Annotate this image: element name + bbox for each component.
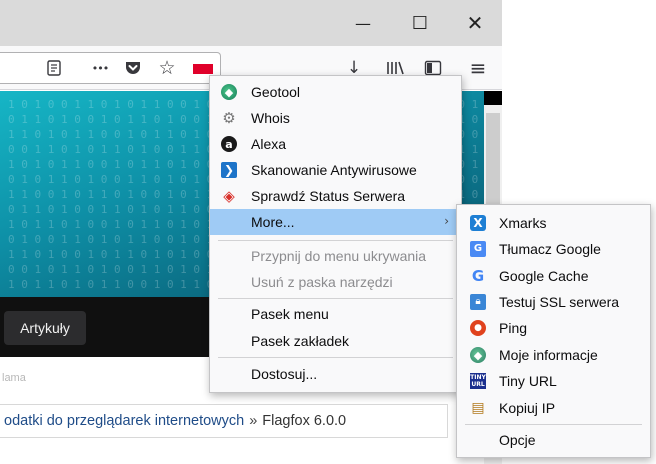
submenu-item-copy-ip[interactable]: ▤ Kopiuj IP	[457, 395, 650, 421]
page-actions-more-icon[interactable]: •••	[88, 56, 112, 80]
ping-icon: ●	[470, 320, 486, 336]
menu-item-antivirus-scan[interactable]: ❯ Skanowanie Antywirusowe	[210, 157, 461, 183]
menu-item-label: Dostosuj...	[251, 366, 318, 382]
tinyurl-icon: TINY URL	[470, 373, 486, 389]
menu-item-label: Opcje	[499, 432, 536, 448]
menu-item-pin-overflow: Przypnij do menu ukrywania	[210, 243, 461, 269]
menu-item-label: Pasek menu	[251, 306, 329, 322]
menu-item-menu-bar[interactable]: Pasek menu	[210, 301, 461, 327]
menu-separator	[218, 240, 453, 241]
chevron-right-icon: ›	[444, 214, 449, 228]
menu-item-label: Sprawdź Status Serwera	[251, 188, 406, 204]
gear-icon: ⚙	[222, 108, 236, 127]
globe-icon: ◆	[470, 347, 486, 363]
menu-item-label: Usuń z paska narzędzi	[251, 274, 393, 290]
more-submenu: X Xmarks G Tłumacz Google G Google Cache…	[456, 204, 651, 458]
ad-label: lama	[2, 372, 26, 384]
menu-item-label: Moje informacje	[499, 347, 598, 363]
bookmark-star-icon[interactable]: ☆	[155, 56, 179, 80]
menu-item-remove-from-toolbar: Usuń z paska narzędzi	[210, 269, 461, 295]
menu-item-whois[interactable]: ⚙ Whois	[210, 105, 461, 131]
menu-item-label: More...	[251, 214, 295, 230]
menu-item-geotool[interactable]: ◆ Geotool	[210, 79, 461, 105]
menu-item-customize[interactable]: Dostosuj...	[210, 361, 461, 387]
menu-item-label: Xmarks	[499, 215, 547, 231]
menu-item-server-status[interactable]: ◈ Sprawdź Status Serwera	[210, 183, 461, 209]
articles-button[interactable]: Artykuły	[4, 311, 86, 345]
submenu-item-ssl-test[interactable]: 🔒︎ Testuj SSL serwera	[457, 289, 650, 315]
flagfox-context-menu: ◆ Geotool ⚙ Whois a Alexa ❯ Skanowanie A…	[209, 75, 462, 393]
url-bar[interactable]: ••• ☆	[0, 52, 221, 84]
flagfox-flag-icon[interactable]	[193, 64, 213, 74]
menu-separator	[465, 424, 642, 425]
submenu-item-google-cache[interactable]: G Google Cache	[457, 263, 650, 289]
hamburger-menu-icon[interactable]: ≡	[466, 56, 490, 80]
maximize-button[interactable]: ☐	[406, 10, 434, 36]
menu-item-more[interactable]: More... ›	[210, 209, 461, 235]
globe-icon: ◆	[221, 84, 237, 100]
menu-item-label: Google Cache	[499, 268, 589, 284]
menu-item-label: Ping	[499, 320, 528, 336]
reader-view-icon[interactable]	[42, 56, 66, 80]
scroll-top-strip	[484, 91, 502, 105]
menu-item-alexa[interactable]: a Alexa	[210, 131, 461, 157]
breadcrumb: odatki do przeglądarek internetowych » F…	[0, 404, 448, 438]
submenu-item-google-translate[interactable]: G Tłumacz Google	[457, 236, 650, 262]
title-bar: — ☐ ✕	[0, 0, 502, 46]
alexa-icon: a	[221, 136, 237, 152]
menu-item-bookmarks-bar[interactable]: Pasek zakładek	[210, 328, 461, 354]
menu-item-label: Skanowanie Antywirusowe	[251, 162, 417, 178]
minimize-button[interactable]: —	[349, 10, 377, 36]
submenu-item-xmarks[interactable]: X Xmarks	[457, 210, 650, 236]
breadcrumb-parent-link[interactable]: odatki do przeglądarek internetowych	[4, 413, 244, 429]
submenu-item-ping[interactable]: ● Ping	[457, 315, 650, 341]
submenu-item-tiny-url[interactable]: TINY URL Tiny URL	[457, 368, 650, 394]
breadcrumb-current: Flagfox 6.0.0	[262, 413, 347, 429]
menu-item-label: Whois	[251, 110, 290, 126]
menu-separator	[218, 357, 453, 358]
menu-item-label: Geotool	[251, 84, 301, 100]
pocket-icon[interactable]	[121, 56, 145, 80]
menu-item-label: Tiny URL	[499, 373, 557, 389]
lock-icon: 🔒︎	[470, 294, 486, 310]
submenu-item-my-info[interactable]: ◆ Moje informacje	[457, 342, 650, 368]
close-button[interactable]: ✕	[461, 10, 489, 36]
menu-item-label: Przypnij do menu ukrywania	[251, 248, 427, 264]
menu-item-label: Testuj SSL serwera	[499, 294, 620, 310]
google-icon: G	[471, 266, 485, 285]
submenu-item-options[interactable]: Opcje	[457, 427, 650, 453]
menu-item-label: Kopiuj IP	[499, 400, 556, 416]
menu-item-label: Pasek zakładek	[251, 333, 350, 349]
clipboard-icon: ▤	[471, 400, 485, 416]
server-status-icon: ◈	[223, 186, 235, 205]
menu-item-label: Tłumacz Google	[499, 241, 601, 257]
menu-item-label: Alexa	[251, 136, 287, 152]
google-translate-icon: G	[470, 241, 486, 257]
antivirus-icon: ❯	[221, 162, 237, 178]
xmarks-icon: X	[470, 215, 486, 231]
menu-separator	[218, 298, 453, 299]
breadcrumb-separator: »	[249, 413, 258, 429]
